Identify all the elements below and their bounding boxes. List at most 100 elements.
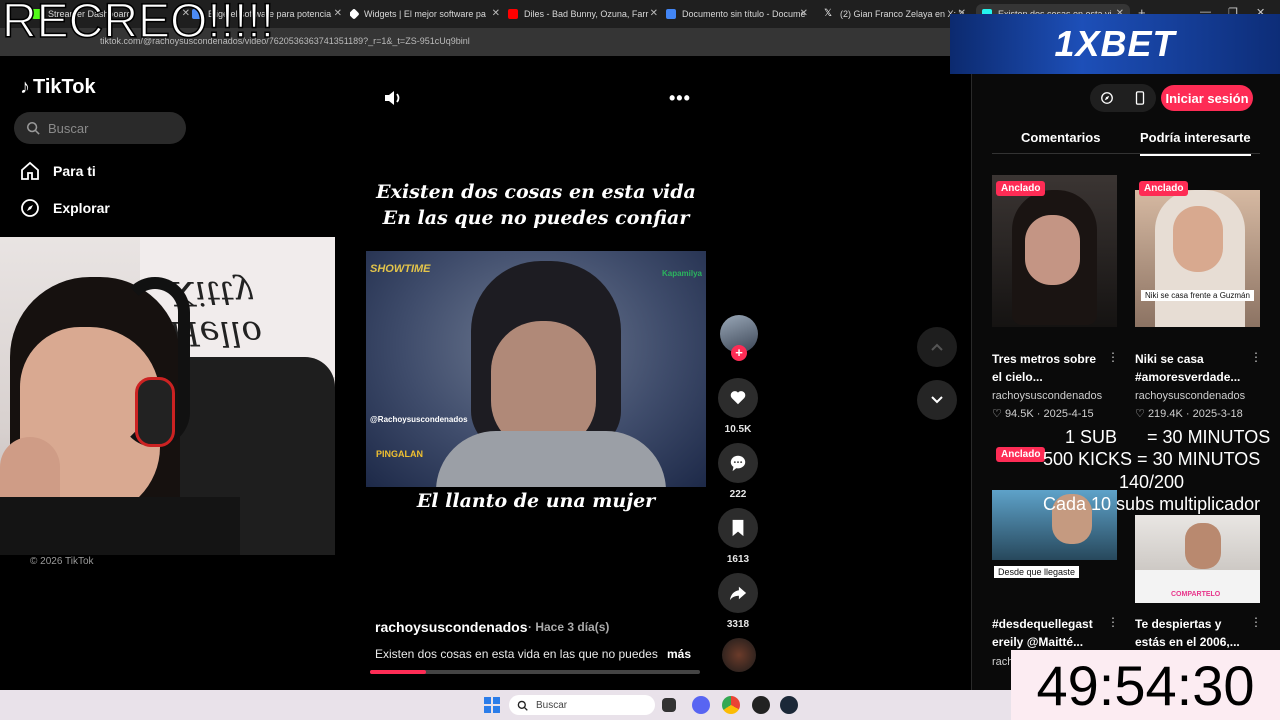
- streamer-shirt: [0, 497, 240, 555]
- wall-text: Hello Kitty: [170, 273, 262, 353]
- sidebar-item-label: Para ti: [53, 163, 96, 179]
- phone-icon[interactable]: [1133, 91, 1147, 105]
- card-menu-icon[interactable]: ⋮: [1107, 350, 1119, 364]
- sidebar-item-explorar[interactable]: Explorar: [20, 198, 110, 218]
- comment-button[interactable]: [718, 443, 758, 483]
- card-menu-icon[interactable]: ⋮: [1250, 350, 1262, 364]
- search-placeholder: Buscar: [48, 120, 89, 136]
- card-title-line-2[interactable]: estás en el 2006,...: [1135, 633, 1255, 651]
- volume-icon[interactable]: [383, 88, 403, 108]
- more-options-icon[interactable]: •••: [669, 88, 691, 109]
- video-card-thumbnail[interactable]: Niki se casa frente a Guzmán: [1135, 190, 1260, 327]
- chevron-down-icon: [931, 396, 943, 404]
- card-tag: Niki se casa frente a Guzmán: [1141, 290, 1254, 301]
- card-title-line-1[interactable]: #desdequellegast: [992, 615, 1112, 633]
- card-menu-icon[interactable]: ⋮: [1250, 615, 1262, 629]
- taskbar-search[interactable]: Buscar: [509, 695, 655, 715]
- share-icon: [729, 586, 747, 601]
- channel-logo: SHOWTIME: [370, 263, 431, 275]
- task-view-icon[interactable]: [662, 698, 676, 712]
- close-icon[interactable]: ✕: [492, 8, 500, 19]
- like-count: 10.5K: [724, 424, 752, 435]
- heart-outline-icon: ♡: [992, 408, 1002, 420]
- card-user[interactable]: rachoysuscondenados: [1135, 390, 1245, 402]
- browser-tab[interactable]: 𝕏 (2) Gian Franco Zelaya en X: "¡ ✕: [824, 4, 966, 24]
- card-title-line-2[interactable]: el cielo...: [992, 368, 1112, 386]
- card-title-line-1[interactable]: Tres metros sobre: [992, 350, 1112, 368]
- webcam-overlay: Hello Kitty: [0, 237, 335, 555]
- next-video-button[interactable]: [917, 380, 957, 420]
- youtube-icon: [508, 9, 518, 19]
- tab-label: (2) Gian Franco Zelaya en X: "¡: [840, 9, 965, 19]
- stream-banner-text: RECREO!!!!!: [1, 0, 275, 49]
- browser-tab[interactable]: Widgets | El mejor software pa ✕: [350, 4, 500, 24]
- card-date: 2025-3-18: [1192, 408, 1243, 420]
- card-title-line-1[interactable]: Niki se casa: [1135, 350, 1255, 368]
- music-disc-icon[interactable]: [722, 638, 756, 672]
- card-date: 2025-4-15: [1043, 408, 1094, 420]
- card-menu-icon[interactable]: ⋮: [1107, 615, 1119, 629]
- windows-start-icon[interactable]: [483, 696, 501, 714]
- obs-icon[interactable]: [752, 696, 770, 714]
- close-icon[interactable]: ✕: [334, 8, 342, 19]
- video-caption-line-1: Existen dos cosas en esta vida: [376, 181, 696, 203]
- save-button[interactable]: [718, 508, 758, 548]
- x-logo-icon: 𝕏: [824, 8, 833, 19]
- close-icon[interactable]: ✕: [650, 8, 658, 19]
- card-separator: ·: [1185, 408, 1193, 420]
- share-action[interactable]: 3318: [718, 573, 758, 630]
- sidebar-item-para-ti[interactable]: Para ti: [20, 161, 96, 181]
- like-button[interactable]: [718, 378, 758, 418]
- video-card-thumbnail[interactable]: COMPARTELO: [1135, 515, 1260, 603]
- creator-avatar[interactable]: +: [720, 315, 758, 361]
- sidebar-item-label: Explorar: [53, 200, 110, 216]
- comment-action[interactable]: 222: [718, 443, 758, 500]
- tab-label: Widgets | El mejor software pa: [364, 9, 486, 19]
- card-title-line-2[interactable]: ereily @Maitté...: [992, 633, 1112, 651]
- comment-icon: [730, 455, 746, 472]
- browser-tab[interactable]: Diles - Bad Bunny, Ozuna, Farr ✕: [508, 4, 658, 24]
- tab-divider: [992, 153, 1260, 154]
- tab-label: Documento sin título - Docume: [682, 9, 806, 19]
- close-icon[interactable]: ✕: [800, 8, 808, 19]
- pinned-badge: Anclado: [996, 447, 1046, 462]
- subathon-goal: 140/200: [1119, 472, 1185, 492]
- share-button[interactable]: [718, 573, 758, 613]
- show-logo: PINGALAN: [376, 449, 423, 459]
- chrome-icon[interactable]: [722, 696, 740, 714]
- video-progress-bar[interactable]: [370, 670, 700, 674]
- subathon-rule-kicks: 500 KICKS = 30 MINUTOS: [1043, 449, 1261, 469]
- previous-video-button[interactable]: [917, 327, 957, 367]
- compass-icon[interactable]: [1100, 91, 1114, 105]
- docs-icon: [666, 9, 676, 19]
- like-action[interactable]: 10.5K: [718, 378, 758, 435]
- pinned-badge: Anclado: [996, 181, 1046, 196]
- video-card-thumbnail[interactable]: [992, 175, 1117, 327]
- tab-comentarios[interactable]: Comentarios: [1021, 130, 1100, 145]
- card-likes: 219.4K: [1147, 408, 1183, 420]
- subathon-rule-subs: 1 SUB = 30 MINUTOS: [1065, 427, 1271, 447]
- video-player[interactable]: SHOWTIME Kapamilya @Rachoysuscondenados …: [366, 251, 706, 487]
- save-action[interactable]: 1613: [718, 508, 758, 565]
- follow-plus-icon[interactable]: +: [731, 345, 747, 361]
- card-title-line-2[interactable]: #amoresverdade...: [1135, 368, 1255, 386]
- tab-label: Diles - Bad Bunny, Ozuna, Farr: [524, 9, 649, 19]
- search-icon: [517, 700, 528, 711]
- tiktok-logo[interactable]: ♪ TikTok: [20, 76, 96, 99]
- search-input[interactable]: Buscar: [14, 112, 186, 144]
- post-age: · Hace 3 día(s): [528, 620, 610, 634]
- heart-icon: [730, 391, 746, 405]
- card-meta: ♡ 94.5K · 2025-4-15: [992, 407, 1094, 420]
- taskbar-search-label: Buscar: [536, 699, 568, 711]
- video-author[interactable]: rachoysuscondenados: [375, 619, 528, 635]
- video-subject-body: [436, 431, 666, 487]
- more-link[interactable]: más: [667, 647, 691, 661]
- steam-icon[interactable]: [780, 696, 798, 714]
- card-user[interactable]: rachoysuscondenados: [992, 390, 1102, 402]
- discord-icon[interactable]: [692, 696, 710, 714]
- card-title-line-1[interactable]: Te despiertas y: [1135, 615, 1255, 633]
- video-progress-fill: [370, 670, 427, 674]
- browser-tab[interactable]: Documento sin título - Docume ✕: [666, 4, 808, 24]
- login-button[interactable]: Iniciar sesión: [1161, 85, 1253, 111]
- pinned-badge: Anclado: [1139, 181, 1189, 196]
